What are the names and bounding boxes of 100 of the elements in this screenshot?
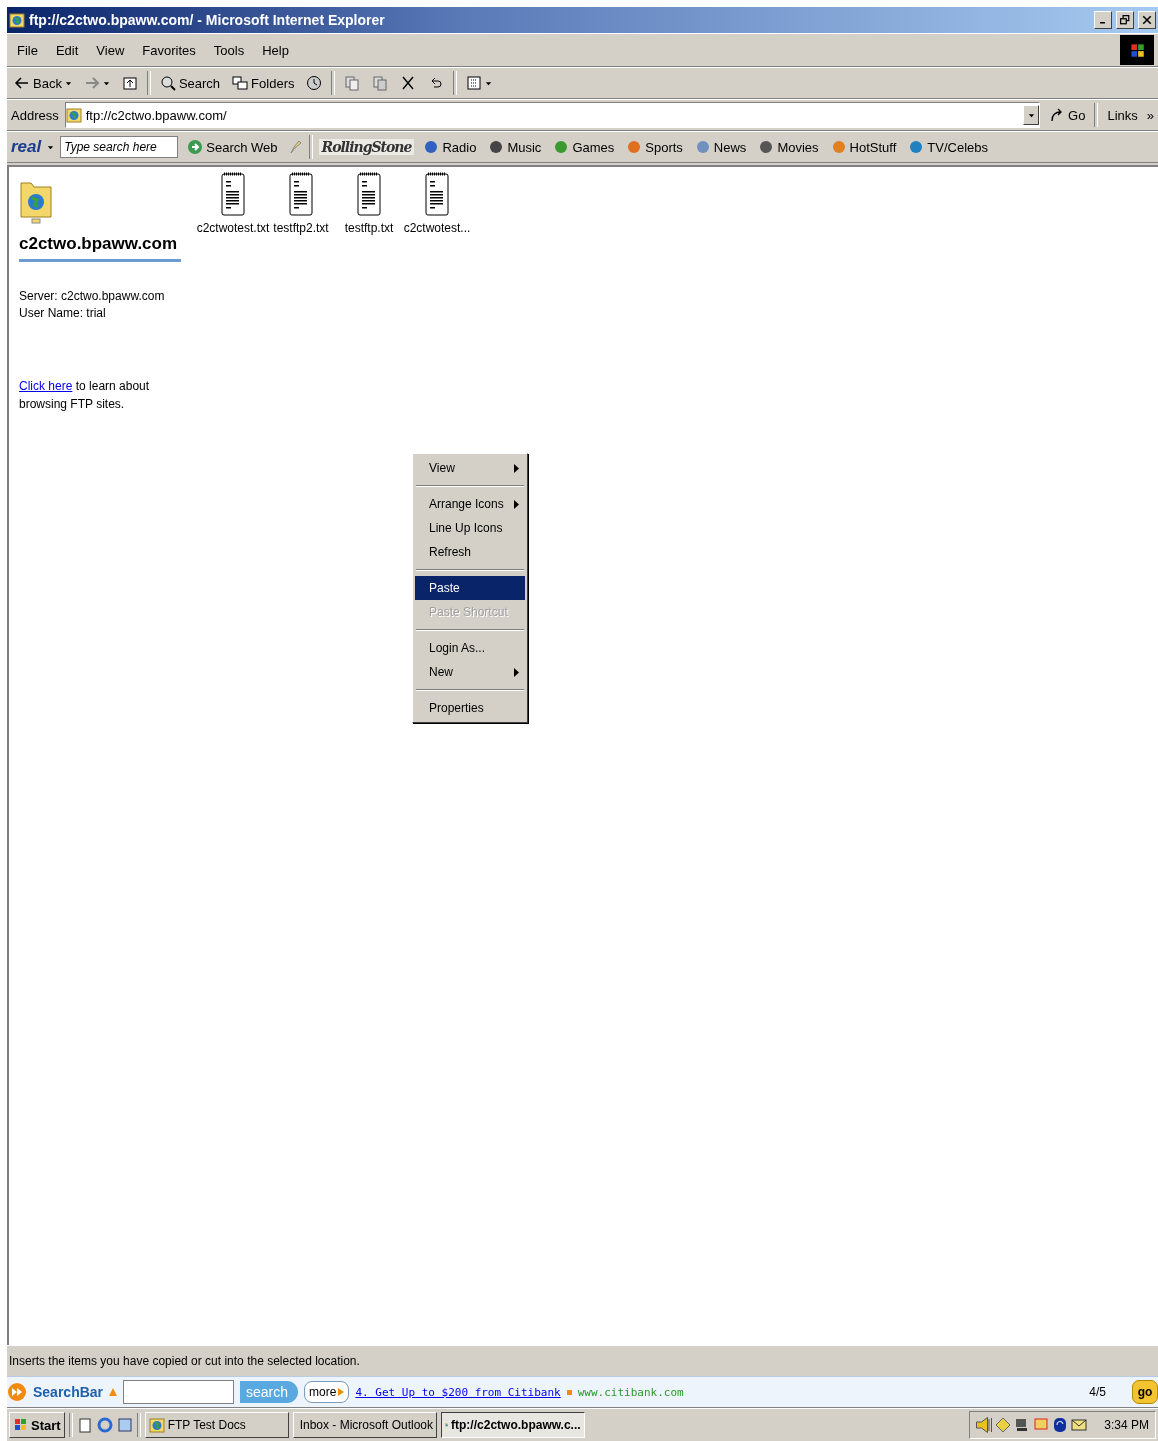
taskbar-button[interactable]: ftp://c2ctwo.bpaww.c... [440,1412,585,1438]
search-icon [159,75,176,91]
submenu-arrow-icon [513,667,519,677]
menu-item[interactable]: View [90,40,131,60]
fast-forward-icon [7,1382,27,1402]
text-file-icon [356,171,382,217]
toolbar-button[interactable]: Search [156,73,224,93]
menu-option[interactable]: Properties [415,696,525,720]
taskbar-button[interactable]: FTP Test Docs [144,1412,289,1438]
brand-logo[interactable]: RollingStone [318,139,415,155]
folders-icon [232,75,249,91]
menu-item[interactable]: Favorites [136,40,202,60]
channel-icon [626,139,643,155]
menu-option[interactable]: Paste [415,576,525,600]
real-logo[interactable]: real [11,137,42,157]
menu-option[interactable]: Arrange Icons [415,492,525,516]
channel-icon [830,139,847,155]
channel-link[interactable]: Radio [420,137,480,157]
menu-item[interactable]: File [11,40,44,60]
text-file-icon [220,171,246,217]
info-text: Server: c2ctwo.bpaww.com [19,288,166,305]
file-name[interactable]: testftp.txt [344,221,394,235]
history-clock-icon [306,75,323,91]
channel-icon [758,139,775,155]
menu-option[interactable]: View [415,456,525,480]
help-link[interactable]: Click here [19,379,73,393]
start-button[interactable]: Start [9,1412,65,1438]
file-name[interactable]: c2ctwotest... [403,221,471,235]
browser-e-icon [96,1417,113,1433]
menu-item[interactable]: Help [256,40,295,60]
back-arrow-icon [14,75,30,91]
more-button[interactable]: more [304,1381,350,1403]
channel-icon [488,139,505,155]
caret-icon [485,79,493,87]
notepad-icon [76,1417,93,1433]
address-field[interactable]: ftp://c2ctwo.bpaww.com/ [64,102,1041,128]
channel-icon [908,139,925,155]
restore-button[interactable] [1116,11,1134,29]
ad-link[interactable]: 4. Get Up to $200 from Citibank [355,1385,561,1399]
channel-link[interactable]: Movies [755,137,822,157]
menu-option[interactable]: New [415,660,525,684]
go-button[interactable]: go [1132,1380,1158,1404]
channel-icon [423,139,440,155]
forward-arrow-icon [83,75,100,91]
clock: 3:34 PM [1104,1418,1149,1432]
menu-option[interactable]: Login As... [415,636,525,660]
menu-option[interactable]: Refresh [415,540,525,564]
file-name[interactable]: c2ctwotest.txt [196,221,270,235]
channel-link[interactable]: Music [485,137,545,157]
restore-icon [1120,15,1130,25]
close-icon [1142,15,1152,25]
ad-counter: 4/5 [1089,1385,1106,1399]
copy-to-icon [372,75,389,91]
menu-item[interactable]: Tools [207,40,251,60]
dropdown-button[interactable] [1023,105,1040,125]
ftp-folder-icon [65,107,82,123]
channel-link[interactable]: Games [550,137,618,157]
caret-icon [102,79,110,87]
ad-url: www.citibank.com [577,1385,685,1399]
ftp-folder-icon [9,12,25,28]
play-icon [338,1388,345,1396]
sync-icon [1052,1417,1069,1433]
channel-link[interactable]: HotStuff [827,137,900,157]
file-name[interactable]: testftp2.txt [273,221,329,235]
channel-icon [694,139,711,155]
info-text: User Name: trial [19,305,107,322]
ftp-folder-icon [19,179,53,225]
triangle-icon [109,1388,118,1396]
channel-link[interactable]: News [691,137,750,157]
address-label: Address [11,107,59,123]
search-field[interactable] [123,1380,235,1404]
links-button[interactable]: Links [1104,105,1141,125]
close-button[interactable] [1138,11,1156,29]
text-file-icon [424,171,450,217]
search-web-button[interactable]: Search Web [184,137,281,157]
menu-item[interactable]: Edit [49,40,85,60]
windows-flag-icon [1128,41,1146,59]
windows-flag-icon [13,1417,29,1433]
caret-icon [47,143,55,151]
chevron[interactable]: » [1146,107,1154,123]
channel-link[interactable]: TV/Celebs [905,137,991,157]
envelope-icon [1071,1417,1088,1433]
diamond-icon [995,1417,1012,1433]
taskbar-button[interactable]: Inbox - Microsoft Outlook [292,1412,437,1438]
folder-title: c2ctwo.bpaww.com [19,225,182,262]
arrow-circle-icon [187,139,204,155]
channel-link[interactable]: Sports [623,137,686,157]
menu-option[interactable]: Line Up Icons [415,516,525,540]
help-text: Click here to learn about browsing FTP sites. [19,378,151,413]
searchbar-label[interactable]: SearchBar [33,1384,104,1400]
minimize-button[interactable] [1094,11,1112,29]
toolbar-button[interactable]: Back [11,73,75,93]
speaker-icon [976,1417,993,1433]
go-button[interactable]: Go [1046,105,1089,125]
toolbar-button[interactable]: Folders [229,73,298,93]
monitor-icon [1033,1417,1050,1433]
text-file-icon [288,171,314,217]
bullet-icon [566,1389,572,1395]
caret-icon [1027,111,1035,119]
search-field[interactable]: Type search here [60,136,179,158]
